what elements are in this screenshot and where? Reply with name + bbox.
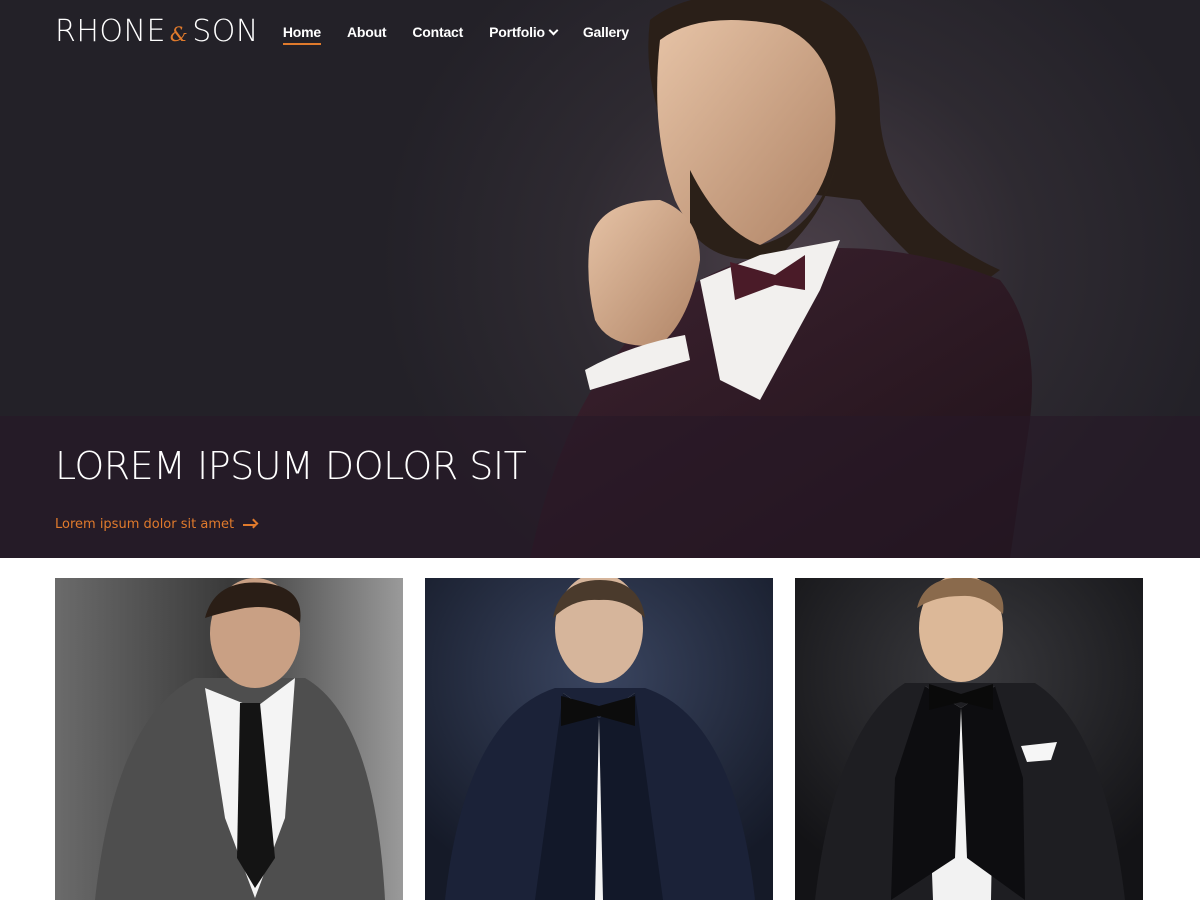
main-nav: Home About Contact Portfolio Gallery [282, 18, 629, 46]
gallery-image [55, 578, 403, 900]
hero-title: LOREM IPSUM DOLOR SIT [55, 444, 527, 488]
chevron-down-icon [548, 25, 559, 35]
nav-item-label: About [346, 24, 387, 40]
gallery-image [795, 578, 1143, 900]
logo-ampersand: & [169, 22, 189, 46]
nav-item-about[interactable]: About [346, 18, 387, 46]
gallery-image [425, 578, 773, 900]
gallery-card[interactable] [795, 578, 1143, 900]
nav-item-portfolio[interactable]: Portfolio [489, 18, 559, 46]
gallery-card[interactable] [425, 578, 773, 900]
gallery-card[interactable] [55, 578, 403, 900]
hero-link-label: Lorem ipsum dolor sit amet [55, 517, 235, 532]
logo-text-right: SON [192, 14, 259, 49]
hero-section: RHONE & SON Home About Contact Portfolio… [0, 0, 1200, 558]
arrow-right-icon [243, 523, 257, 526]
hero-read-more-link[interactable]: Lorem ipsum dolor sit amet [55, 517, 257, 532]
nav-item-contact[interactable]: Contact [412, 18, 463, 46]
brand-logo[interactable]: RHONE & SON [55, 17, 259, 47]
site-header: RHONE & SON Home About Contact Portfolio… [55, 12, 629, 52]
logo-text-left: RHONE [55, 14, 166, 49]
gallery-grid [55, 578, 1143, 900]
nav-item-label: Portfolio [489, 24, 545, 40]
nav-item-home[interactable]: Home [282, 18, 321, 46]
nav-item-label: Gallery [582, 24, 629, 40]
nav-item-label: Contact [412, 24, 464, 40]
nav-item-label: Home [282, 24, 321, 40]
nav-item-gallery[interactable]: Gallery [583, 18, 629, 46]
